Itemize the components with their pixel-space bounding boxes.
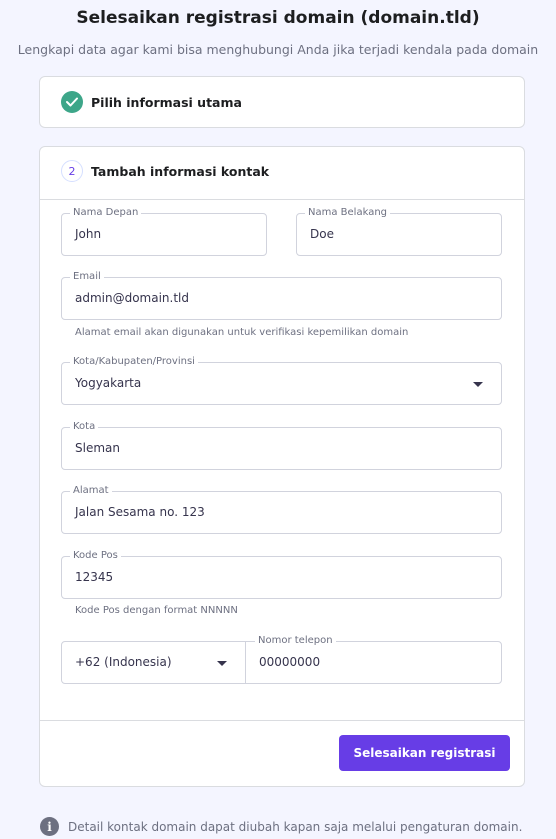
postal-code-label: Kode Pos [70, 549, 121, 563]
step-2-label: Tambah informasi kontak [91, 163, 270, 179]
email-field[interactable]: Email admin@domain.tld [61, 270, 502, 320]
last-name-value: Doe [310, 227, 334, 241]
first-name-field[interactable]: Nama Depan John [61, 206, 267, 256]
last-name-label: Nama Belakang [305, 206, 391, 220]
city-label: Kota [70, 420, 99, 434]
postal-code-field[interactable]: Kode Pos 12345 [61, 549, 502, 599]
step-1-card[interactable]: Pilih informasi utama [39, 76, 525, 128]
step-1-header[interactable]: Pilih informasi utama [61, 91, 242, 113]
step-2-header: 2 Tambah informasi kontak [61, 160, 269, 182]
phone-field-group: +62 (Indonesia) Nomor telepon 00000000 [61, 634, 502, 684]
address-value: Jalan Sesama no. 123 [75, 505, 205, 519]
chevron-down-icon [473, 382, 483, 387]
phone-number-value: 00000000 [259, 655, 321, 669]
page-title: Selesaikan registrasi domain (domain.tld… [76, 8, 480, 28]
chevron-down-icon [217, 661, 227, 666]
email-label: Email [70, 270, 104, 284]
email-hint: Alamat email akan digunakan untuk verifi… [75, 327, 409, 338]
info-icon: i [40, 817, 59, 836]
address-field[interactable]: Alamat Jalan Sesama no. 123 [61, 484, 502, 534]
divider [40, 720, 524, 721]
country-code-select[interactable]: +62 (Indonesia) [62, 642, 246, 683]
step-1-label: Pilih informasi utama [91, 94, 242, 110]
last-name-field[interactable]: Nama Belakang Doe [296, 206, 502, 256]
footer-text: Detail kontak domain dapat diubah kapan … [68, 819, 523, 834]
address-label: Alamat [70, 484, 112, 498]
phone-number-field[interactable]: Nomor telepon 00000000 [246, 634, 501, 683]
country-code-value: +62 (Indonesia) [75, 655, 172, 669]
first-name-value: John [75, 227, 102, 241]
step-number-badge: 2 [61, 160, 83, 182]
province-select[interactable]: Kota/Kabupaten/Provinsi Yogyakarta [61, 355, 502, 405]
divider [40, 199, 524, 200]
postal-code-hint: Kode Pos dengan format NNNNN [75, 605, 238, 616]
province-label: Kota/Kabupaten/Provinsi [70, 355, 198, 369]
footer-note: i Detail kontak domain dapat diubah kapa… [40, 817, 522, 836]
submit-registration-button[interactable]: Selesaikan registrasi [339, 735, 510, 771]
email-value: admin@domain.tld [75, 291, 190, 305]
phone-number-label: Nomor telepon [255, 634, 336, 648]
province-value: Yogyakarta [75, 376, 142, 390]
page-subtitle: Lengkapi data agar kami bisa menghubungi… [17, 42, 539, 57]
first-name-label: Nama Depan [70, 206, 142, 220]
step-2-card: 2 Tambah informasi kontak Nama Depan Joh… [39, 146, 525, 787]
postal-code-value: 12345 [75, 570, 114, 584]
city-field[interactable]: Kota Sleman [61, 420, 502, 470]
city-value: Sleman [75, 441, 120, 455]
check-icon [61, 91, 83, 113]
